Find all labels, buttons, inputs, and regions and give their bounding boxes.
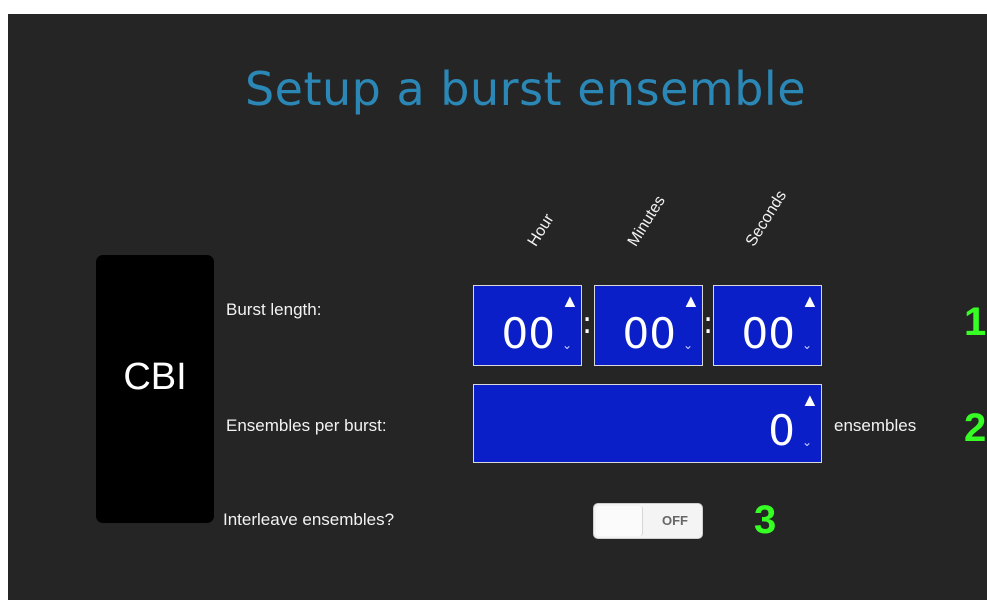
increment-icon[interactable]: ▲ [801,292,819,310]
toggle-state: OFF [662,513,688,528]
time-separator: : [703,306,714,341]
burst-hour-value: 00 [501,309,555,358]
burst-hour-spinner[interactable]: 00 ▲ ⌄ [473,285,582,366]
step-number-1: 1 [964,300,987,344]
burst-minutes-spinner[interactable]: 00 ▲ ⌄ [594,285,703,366]
page-title: Setup a burst ensemble [244,62,807,116]
column-header-seconds: Seconds [742,187,791,250]
column-header-hour: Hour [524,211,558,250]
ensembles-unit-label: ensembles [834,416,917,435]
decrement-icon[interactable]: ⌄ [801,436,813,448]
column-header-minutes: Minutes [624,192,669,250]
ensembles-per-burst-spinner[interactable]: 0 ▲ ⌄ [473,384,822,463]
time-separator: : [582,306,593,341]
burst-seconds-spinner[interactable]: 00 ▲ ⌄ [713,285,822,366]
burst-minutes-value: 00 [622,309,676,358]
burst-seconds-value: 00 [741,309,795,358]
interleave-label: Interleave ensembles? [223,510,395,529]
toggle-knob[interactable] [596,506,643,536]
decrement-icon[interactable]: ⌄ [682,339,694,351]
burst-length-label: Burst length: [226,300,322,319]
logo-text: CBI [123,355,187,398]
ensembles-per-burst-label: Ensembles per burst: [226,416,387,435]
interleave-toggle[interactable]: OFF [593,503,703,539]
increment-icon[interactable]: ▲ [801,391,819,409]
decrement-icon[interactable]: ⌄ [801,339,813,351]
increment-icon[interactable]: ▲ [561,292,579,310]
ensembles-per-burst-value: 0 [768,406,795,455]
step-number-2: 2 [964,406,987,450]
decrement-icon[interactable]: ⌄ [561,339,573,351]
logo-box: CBI [96,255,214,523]
burst-setup-panel: Setup a burst ensemble CBI Hour Minutes … [8,14,987,600]
increment-icon[interactable]: ▲ [682,292,700,310]
step-number-3: 3 [754,498,777,542]
